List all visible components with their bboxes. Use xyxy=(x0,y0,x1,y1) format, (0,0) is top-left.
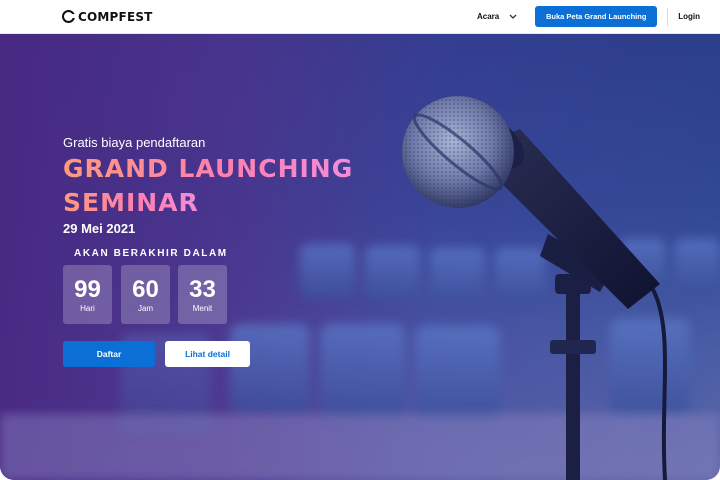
chevron-down-icon xyxy=(509,12,517,22)
brand-logo[interactable]: COMPFEST xyxy=(62,10,153,24)
countdown-minutes-label: Menit xyxy=(192,303,213,313)
brand-name: COMPFEST xyxy=(78,9,153,24)
countdown-minutes-value: 33 xyxy=(189,275,216,303)
countdown-title: AKAN BERAKHIR DALAM xyxy=(74,248,228,259)
open-map-button[interactable]: Buka Peta Grand Launching xyxy=(535,6,658,27)
hero-subtitle: Gratis biaya pendaftaran xyxy=(63,135,206,150)
countdown-hours: 60 Jam xyxy=(121,265,170,324)
nav-menu-acara-label: Acara xyxy=(476,12,500,21)
page: COMPFEST Acara Buka Peta Grand Launching… xyxy=(0,0,720,480)
top-navbar: COMPFEST Acara Buka Peta Grand Launching… xyxy=(0,0,720,34)
event-date: 29 Mei 2021 xyxy=(63,221,136,236)
view-details-button[interactable]: Lihat detail xyxy=(165,341,250,367)
countdown-days: 99 Hari xyxy=(63,265,112,324)
hero-headline-line2: SEMINAR xyxy=(63,188,199,217)
register-button[interactable]: Daftar xyxy=(63,341,155,367)
hero-headline-line1: GRAND LAUNCHING xyxy=(63,154,354,183)
countdown-minutes: 33 Menit xyxy=(178,265,227,324)
login-link[interactable]: Login xyxy=(678,12,700,21)
nav-menu-acara[interactable]: Acara xyxy=(477,12,517,22)
nav-divider xyxy=(667,7,669,26)
hero-banner: Gratis biaya pendaftaran GRAND LAUNCHING… xyxy=(0,34,720,480)
compfest-logo-icon xyxy=(62,10,75,23)
countdown-days-value: 99 xyxy=(74,275,101,303)
countdown-hours-label: Jam xyxy=(137,303,154,313)
countdown-days-label: Hari xyxy=(80,303,95,313)
countdown-hours-value: 60 xyxy=(132,275,159,303)
